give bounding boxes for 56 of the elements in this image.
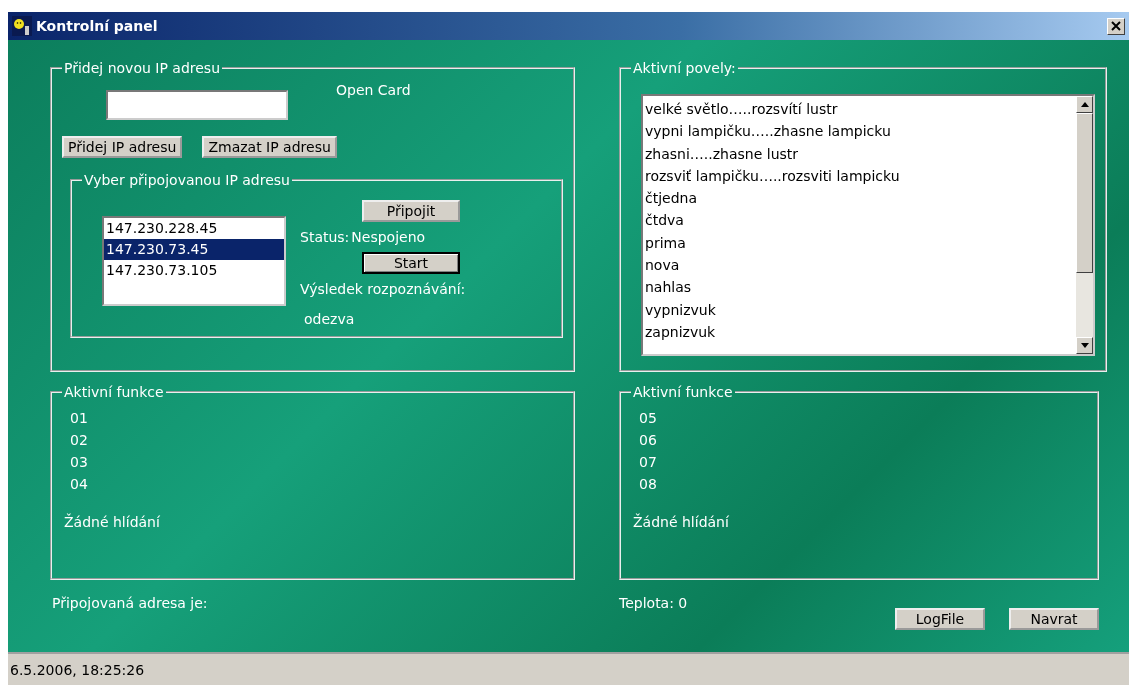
result-value: odezva [304,310,355,329]
connected-address-label: Připojovaná adresa je: [52,594,208,613]
command-item[interactable]: velké světlo…..rozsvítí lustr [645,98,1074,121]
status-value: Nespojeno [351,228,426,247]
command-item[interactable]: vypni lampičku…..zhasne lampicku [645,120,1074,143]
scroll-up-button[interactable] [1076,96,1093,113]
footer-button[interactable]: LogFile [895,608,985,630]
function-label: 08 [639,476,658,492]
ip-listbox[interactable]: 147.230.228.45 147.230.73.45 147.230.73.105 [102,216,286,306]
group-legend: Přidej novou IP adresu [62,60,222,76]
status-bar: 6.5.2006, 18:25:26 [8,652,1129,685]
smiley-icon [12,16,32,36]
result-label: Výsledek rozpoznávání: [300,280,466,299]
command-item[interactable]: vypnizvuk [645,298,1074,321]
ip-input-field[interactable] [106,90,288,120]
command-item[interactable]: zhasni…..zhasne lustr [645,142,1074,165]
group-legend: Aktivní povely: [631,60,738,76]
open-card-label: Open Card [336,82,411,98]
function-label: 01 [70,410,89,426]
group-legend: Vyber připojovanou IP adresu [82,172,292,188]
command-item[interactable]: rozsviť lampičku…..rozsviti lampicku [645,164,1074,188]
function-label: 07 [639,454,658,470]
command-item[interactable]: čtjedna [645,187,1074,210]
function-label: 04 [70,476,89,492]
commands-listbox[interactable]: velké světlo…..rozsvítí lustr vypni lampičku…..zhasne lampicku zhasni…..zhasne lustr rozsviť lampičku…..rozsviti lampicku čtjedna čtdva prima nova nahlas vypnizvuk zapnizvuk [641,94,1095,356]
function-label: 05 [639,410,658,426]
ip-list-item[interactable]: 147.230.73.45 [104,239,284,260]
ip-list-item[interactable]: 147.230.228.45 [104,218,284,239]
group-legend: Aktivní funkce [62,384,166,400]
ip-action-button[interactable]: Přidej IP adresu [62,136,183,158]
ip-action-button[interactable]: Zmazat IP adresu [202,136,337,158]
function-label: 02 [70,432,89,448]
scroll-thumb[interactable] [1076,113,1093,273]
command-item[interactable]: čtdva [645,209,1074,232]
connect-button[interactable]: Připojit [362,200,460,222]
scroll-down-button[interactable] [1076,337,1093,354]
command-item[interactable]: zapnizvuk [645,320,1074,344]
watch-status: Žádné hlídání [64,514,161,530]
scrollbar[interactable] [1076,96,1093,354]
start-button[interactable]: Start [362,252,460,274]
close-icon [1111,21,1121,31]
down-arrow-icon [1080,343,1089,348]
temperature-label: Teplota: 0 [619,594,688,613]
close-button[interactable] [1107,17,1125,35]
watch-status: Žádné hlídání [633,514,730,530]
up-arrow-icon [1080,102,1089,107]
footer-button[interactable]: Navrat [1009,608,1099,630]
command-item[interactable]: nova [645,254,1074,277]
function-label: 03 [70,454,89,470]
window-title: Kontrolní panel [36,18,159,34]
group-legend: Aktivní funkce [631,384,735,400]
command-item[interactable]: prima [645,231,1074,255]
status-label: Status: [300,228,350,247]
command-item[interactable]: nahlas [645,276,1074,299]
ip-list-item[interactable]: 147.230.73.105 [104,260,284,281]
function-label: 06 [639,432,658,448]
